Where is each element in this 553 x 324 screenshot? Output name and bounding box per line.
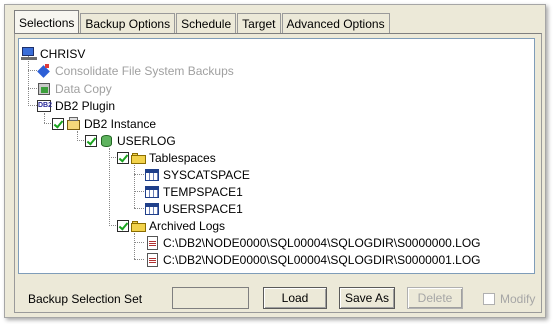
tab-backup-options[interactable]: Backup Options <box>80 13 176 34</box>
tree-node-label: Tablespaces <box>149 150 216 165</box>
tab-target[interactable]: Target <box>237 13 281 34</box>
tree-node-label: DB2 Plugin <box>55 98 116 113</box>
tree-connector <box>134 242 144 243</box>
tree-node-consolidate[interactable]: Consolidate File System Backups <box>37 62 234 79</box>
tree-node-label: SYSCATSPACE <box>163 167 250 182</box>
tree-node-userlog[interactable]: USERLOG <box>85 132 176 149</box>
tree-connector <box>28 70 37 71</box>
log-file-icon <box>145 235 160 250</box>
tree-node-userspace1[interactable]: USERSPACE1 <box>145 200 243 217</box>
tree-node-label: TEMPSPACE1 <box>163 184 243 199</box>
computer-icon <box>21 47 37 60</box>
tree-connector <box>134 208 144 209</box>
tree-node-log-file[interactable]: C:\DB2\NODE0000\SQL00004\SQLOGDIR\S00000… <box>145 251 481 268</box>
consolidate-icon <box>37 63 52 78</box>
tree-node-label: USERLOG <box>117 133 176 148</box>
tab-selections[interactable]: Selections <box>14 10 80 34</box>
tree-node-db2-plugin[interactable]: DB2 DB2 Plugin <box>37 97 115 114</box>
tree-connector <box>134 233 135 259</box>
folder-icon <box>131 219 146 233</box>
tree-node-data-copy[interactable]: Data Copy <box>37 80 112 97</box>
tree-node-label: C:\DB2\NODE0000\SQL00004\SQLOGDIR\S00000… <box>163 252 481 267</box>
tree-connector <box>77 140 84 141</box>
tree-connector <box>109 157 116 158</box>
tree-node-label: CHRISV <box>40 46 86 61</box>
tree-connector <box>109 225 116 226</box>
tree-connector <box>134 191 144 192</box>
db2-instance-checkbox[interactable] <box>52 117 64 130</box>
tree-connector <box>134 174 144 175</box>
tree-node-label: Data Copy <box>55 81 112 96</box>
load-button[interactable]: Load <box>263 287 327 309</box>
backup-selection-set-field[interactable] <box>172 287 249 309</box>
tree-connector <box>44 113 45 123</box>
userlog-checkbox[interactable] <box>85 134 97 147</box>
selection-tree[interactable]: CHRISV Consolidate File System Backups D… <box>18 38 535 274</box>
tablespaces-checkbox[interactable] <box>117 151 129 164</box>
tree-node-tablespaces[interactable]: Tablespaces <box>117 149 216 166</box>
tree-connector <box>109 148 110 226</box>
tab-schedule[interactable]: Schedule <box>176 13 237 34</box>
tree-connector <box>28 105 37 106</box>
tree-node-tempspace1[interactable]: TEMPSPACE1 <box>145 183 243 200</box>
tree-node-label: USERSPACE1 <box>163 201 243 216</box>
modify-checkbox[interactable] <box>483 293 495 305</box>
delete-button[interactable]: Delete <box>407 287 463 309</box>
tree-connector <box>134 259 144 260</box>
tree-node-log-file[interactable]: C:\DB2\NODE0000\SQL00004\SQLOGDIR\S00000… <box>145 234 481 251</box>
tree-connector <box>28 56 29 106</box>
database-icon <box>99 134 114 148</box>
table-icon <box>145 168 160 182</box>
tree-node-label: C:\DB2\NODE0000\SQL00004\SQLOGDIR\S00000… <box>163 235 481 250</box>
tree-node-label: Archived Logs <box>149 218 226 233</box>
tree-connector <box>44 123 51 124</box>
log-file-icon <box>145 252 160 267</box>
table-icon <box>145 185 160 199</box>
modify-label: Modify <box>500 292 536 306</box>
archived-logs-checkbox[interactable] <box>117 219 129 232</box>
tree-node-chrisv[interactable]: CHRISV <box>21 45 85 62</box>
db2-icon: DB2 <box>37 99 52 113</box>
table-icon <box>145 202 160 216</box>
backup-selection-set-label: Backup Selection Set <box>28 292 143 306</box>
folder-icon <box>131 151 146 165</box>
tree-node-db2-instance[interactable]: DB2 Instance <box>52 115 156 132</box>
tab-strip: Selections Backup Options Schedule Targe… <box>14 10 391 34</box>
tree-node-label: DB2 Instance <box>84 116 157 131</box>
data-copy-icon <box>37 82 52 96</box>
tree-node-label: Consolidate File System Backups <box>55 63 234 78</box>
instance-icon <box>66 116 81 131</box>
tree-connector <box>134 165 135 208</box>
tree-connector <box>28 88 37 89</box>
tab-advanced-options[interactable]: Advanced Options <box>281 13 390 34</box>
save-as-button[interactable]: Save As <box>339 287 395 309</box>
tree-node-archived-logs[interactable]: Archived Logs <box>117 217 225 234</box>
tree-node-syscatspace[interactable]: SYSCATSPACE <box>145 166 250 183</box>
